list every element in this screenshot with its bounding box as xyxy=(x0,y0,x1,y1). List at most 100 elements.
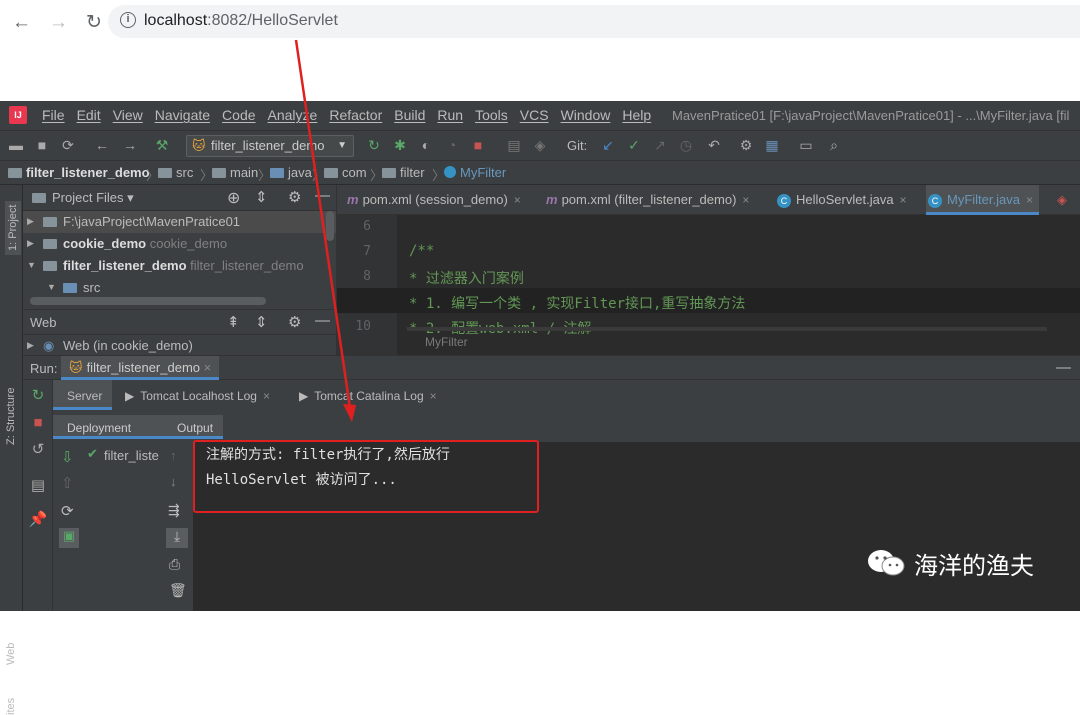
output-tab[interactable]: Output xyxy=(163,415,223,439)
tree-item[interactable]: ▼ src xyxy=(23,277,336,299)
menu-edit[interactable]: Edit xyxy=(77,107,101,123)
menu-analyze[interactable]: Analyze xyxy=(268,107,318,123)
refresh-icon[interactable]: ⟳ xyxy=(61,502,74,520)
hide-icon[interactable]: — xyxy=(1056,359,1071,376)
git-commit-icon[interactable]: ✓ xyxy=(622,137,646,154)
editor-tab[interactable]: C HelloServlet.java × xyxy=(775,185,913,215)
chevron-down-icon[interactable]: ▼ xyxy=(27,260,36,270)
favorites-tool-tab[interactable]: ites xyxy=(5,698,17,715)
hide-icon[interactable]: — xyxy=(315,187,330,204)
gear-icon[interactable]: ⚙ xyxy=(288,313,301,331)
collapse-icon[interactable]: ⇕ xyxy=(255,188,268,206)
chevron-down-icon[interactable]: ▼ xyxy=(47,282,56,292)
menu-vcs[interactable]: VCS xyxy=(520,107,549,123)
breadcrumb-item[interactable]: java xyxy=(270,165,312,180)
gear-icon[interactable]: ⚙ xyxy=(288,188,301,206)
menu-build[interactable]: Build xyxy=(394,107,425,123)
wrench-icon[interactable]: ⚙ xyxy=(734,137,758,154)
soft-wrap-icon[interactable]: ⇶ xyxy=(168,502,180,519)
scroll-to-end-icon[interactable]: ⤓ xyxy=(166,528,188,548)
breadcrumb-item[interactable]: filter_listener_demo xyxy=(8,165,150,180)
bookmark-icon[interactable]: ◈ xyxy=(528,137,552,154)
update-icon[interactable]: ▤ xyxy=(502,137,526,154)
profile-icon[interactable]: ◔ xyxy=(440,137,464,153)
menu-code[interactable]: Code xyxy=(222,107,255,123)
menu-tools[interactable]: Tools xyxy=(475,107,508,123)
chevron-right-icon[interactable]: ▶ xyxy=(27,216,34,227)
menu-file[interactable]: File xyxy=(42,107,65,123)
tree-item[interactable]: ▶ F:\javaProject\MavenPratice01 xyxy=(23,211,336,233)
deployment-tab[interactable]: Deployment xyxy=(53,415,163,439)
deployment-item[interactable]: filter_liste xyxy=(104,448,159,463)
editor-footer-crumb[interactable]: MyFilter xyxy=(425,335,468,349)
close-icon[interactable]: × xyxy=(430,389,437,403)
revert-icon[interactable]: ↶ xyxy=(702,137,726,154)
menu-view[interactable]: View xyxy=(113,107,143,123)
hide-icon[interactable]: — xyxy=(315,312,330,329)
git-push-icon[interactable]: ↗ xyxy=(648,137,672,154)
editor-scrollbar[interactable] xyxy=(407,327,1047,331)
chevron-right-icon[interactable]: ▶ xyxy=(27,238,34,249)
web-tool-tab[interactable]: Web xyxy=(5,643,17,665)
run-config-select[interactable]: 🐱 filter_listener_demo ▼ xyxy=(186,135,354,157)
terminal-icon[interactable]: ▭ xyxy=(794,137,818,154)
server-tab[interactable]: ▶ Tomcat Localhost Log × xyxy=(119,380,280,410)
code-line[interactable]: /** xyxy=(409,243,434,259)
tree-item[interactable]: ▼ filter_listener_demo filter_listener_de… xyxy=(23,255,336,277)
horizontal-scrollbar[interactable] xyxy=(30,297,266,305)
coverage-icon[interactable]: ◐ xyxy=(414,137,438,153)
menu-run[interactable]: Run xyxy=(437,107,463,123)
close-icon[interactable]: × xyxy=(742,193,749,207)
editor-tab[interactable]: m pom.xml (filter_listener_demo) × xyxy=(544,185,755,215)
locate-icon[interactable]: ⊕ xyxy=(227,188,240,208)
breadcrumb-item[interactable]: MyFilter xyxy=(444,165,506,180)
stop-icon[interactable]: ■ xyxy=(28,414,48,434)
breadcrumb-item[interactable]: filter xyxy=(382,165,425,180)
rerun-icon[interactable]: ↻ xyxy=(28,386,48,406)
trash-icon[interactable]: 🗑 xyxy=(169,582,187,599)
structure-icon[interactable]: ▦ xyxy=(760,137,784,154)
forward-nav-icon[interactable]: → xyxy=(118,137,142,153)
rerun-icon[interactable]: ↻ xyxy=(362,137,386,154)
breadcrumb-item[interactable]: src xyxy=(158,165,193,180)
layout-icon[interactable]: ▤ xyxy=(28,476,48,496)
server-tab[interactable]: ▶ Tomcat Catalina Log × xyxy=(293,380,447,410)
deploy-icon[interactable]: ⇩ xyxy=(61,448,74,466)
close-icon[interactable]: × xyxy=(204,360,212,375)
debug-icon[interactable]: ✱ xyxy=(388,137,412,154)
url-text[interactable]: localhost:8082/HelloServlet xyxy=(144,12,338,30)
tree-item[interactable]: ▶ cookie_demo cookie_demo xyxy=(23,233,336,255)
sync-icon[interactable]: ⟳ xyxy=(56,137,80,154)
menu-navigate[interactable]: Navigate xyxy=(155,107,210,123)
undeploy-icon[interactable]: ⇧ xyxy=(61,474,74,492)
scroll-up-icon[interactable]: ↑ xyxy=(170,448,177,463)
forward-icon[interactable]: → xyxy=(49,12,68,34)
structure-tool-tab[interactable]: Z: Structure xyxy=(5,388,17,445)
expand-all-icon[interactable]: ⇞ xyxy=(227,313,240,331)
update-app-icon[interactable]: ↺ xyxy=(28,440,48,460)
stop-icon[interactable]: ■ xyxy=(466,137,490,153)
pin-icon[interactable]: 📌 xyxy=(28,510,48,530)
menu-refactor[interactable]: Refactor xyxy=(329,107,382,123)
breadcrumb-item[interactable]: main xyxy=(212,165,258,180)
run-tab-active[interactable]: 🐱 filter_listener_demo × xyxy=(61,356,220,380)
editor-tab[interactable]: m pom.xml (session_demo) × xyxy=(345,185,527,215)
history-icon[interactable]: ◷ xyxy=(674,137,698,154)
web-tree-item[interactable]: ▶ ◉ Web (in cookie_demo) xyxy=(23,335,336,357)
info-icon[interactable]: i xyxy=(120,12,136,28)
back-icon[interactable]: ← xyxy=(12,12,31,34)
build-hammer-icon[interactable]: ⚒ xyxy=(150,137,174,154)
breadcrumb-item[interactable]: com xyxy=(324,165,367,180)
vertical-scrollbar[interactable] xyxy=(326,211,334,241)
close-icon[interactable]: × xyxy=(900,193,907,207)
scroll-down-icon[interactable]: ↓ xyxy=(170,474,177,489)
project-view-selector[interactable]: Project Files ▾ xyxy=(52,190,134,206)
close-icon[interactable]: × xyxy=(514,193,521,207)
collapse-all-icon[interactable]: ⇕ xyxy=(255,313,268,331)
back-nav-icon[interactable]: ← xyxy=(90,137,114,153)
reload-icon[interactable]: ↻ xyxy=(86,11,102,34)
git-update-icon[interactable]: ↙ xyxy=(596,137,620,154)
server-tab[interactable]: Server xyxy=(53,380,113,410)
project-tool-tab[interactable]: 1: Project xyxy=(5,200,21,255)
artifact-icon[interactable]: ▣ xyxy=(59,528,79,548)
